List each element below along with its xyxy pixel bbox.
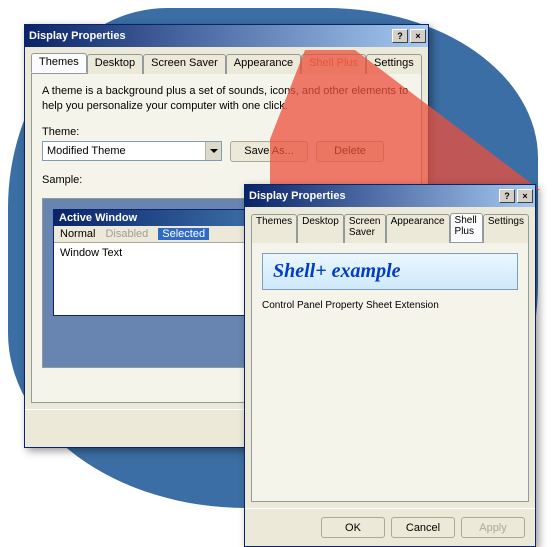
theme-label: Theme: [42, 126, 411, 138]
sample-window-body: Window Text [54, 243, 252, 315]
cancel-button[interactable]: Cancel [391, 517, 455, 538]
tab-shell-plus[interactable]: Shell Plus [450, 213, 483, 242]
theme-combo-value: Modified Theme [47, 145, 126, 157]
shellplus-banner: Shell+ example [262, 253, 518, 290]
titlebar[interactable]: Display Properties ? × [245, 185, 535, 207]
delete-button[interactable]: Delete [316, 141, 384, 162]
tab-panel-shellplus: Shell+ example Control Panel Property Sh… [251, 242, 529, 502]
tabstrip: Themes Desktop Screen Saver Appearance S… [245, 207, 535, 242]
dialog-buttons: OK Cancel Apply [245, 508, 535, 546]
sample-menu-selected: Selected [158, 228, 209, 240]
tab-shell-plus[interactable]: Shell Plus [301, 54, 366, 74]
apply-button[interactable]: Apply [461, 517, 525, 538]
sample-window-title: Active Window [54, 210, 252, 226]
sample-active-window: Active Window Normal Disabled Selected W… [53, 209, 253, 316]
titlebar[interactable]: Display Properties ? × [25, 25, 428, 47]
close-button[interactable]: × [410, 29, 426, 43]
sample-menu-disabled: Disabled [105, 228, 148, 240]
theme-description: A theme is a background plus a set of so… [42, 84, 411, 114]
window-title: Display Properties [249, 190, 346, 202]
tab-appearance[interactable]: Appearance [386, 214, 450, 243]
save-as-button[interactable]: Save As... [230, 141, 308, 162]
chevron-down-icon[interactable] [205, 142, 221, 160]
tab-appearance[interactable]: Appearance [226, 54, 301, 74]
tab-screen-saver[interactable]: Screen Saver [344, 214, 386, 243]
theme-combo[interactable]: Modified Theme [42, 141, 222, 161]
help-button[interactable]: ? [499, 189, 515, 203]
tab-settings[interactable]: Settings [483, 214, 529, 243]
tab-settings[interactable]: Settings [366, 54, 422, 74]
tab-screen-saver[interactable]: Screen Saver [143, 54, 226, 74]
tab-desktop[interactable]: Desktop [87, 54, 143, 74]
shellplus-description: Control Panel Property Sheet Extension [262, 300, 518, 311]
sample-menu: Normal Disabled Selected [54, 226, 252, 243]
tab-desktop[interactable]: Desktop [297, 214, 344, 243]
display-properties-window-shellplus: Display Properties ? × Themes Desktop Sc… [244, 184, 536, 547]
sample-menu-normal: Normal [60, 228, 95, 240]
ok-button[interactable]: OK [321, 517, 385, 538]
window-title: Display Properties [29, 30, 126, 42]
tabstrip: Themes Desktop Screen Saver Appearance S… [25, 47, 428, 73]
tab-themes[interactable]: Themes [251, 214, 297, 243]
tab-themes[interactable]: Themes [31, 53, 87, 73]
close-button[interactable]: × [517, 189, 533, 203]
help-button[interactable]: ? [392, 29, 408, 43]
